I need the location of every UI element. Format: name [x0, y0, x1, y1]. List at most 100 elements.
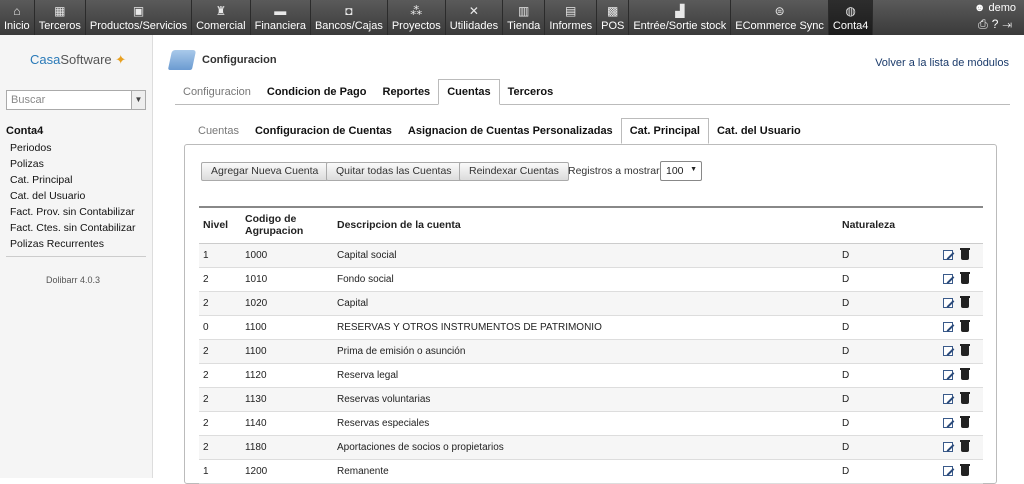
subtab-cat-principal[interactable]: Cat. Principal [620, 118, 709, 144]
accounts-table: Nivel Codigo de Agrupacion Descripcion d… [199, 206, 983, 484]
top-menu-bancos-cajas[interactable]: ◘ Bancos/Cajas [311, 0, 388, 35]
edit-icon[interactable] [943, 465, 953, 476]
tab-configuracion[interactable]: Configuracion [175, 80, 259, 104]
trash-icon[interactable] [960, 247, 970, 260]
user-name[interactable]: demo [988, 2, 1016, 14]
sidebar-item-polizas-recurrentes[interactable]: Polizas Recurrentes [6, 236, 146, 252]
remove-all-accounts-button[interactable]: Quitar todas las Cuentas [326, 162, 462, 181]
top-menu-financiera[interactable]: ▬ Financiera [251, 0, 311, 35]
version-label: Dolibarr 4.0.3 [46, 275, 101, 285]
forklift-icon: ▟ [675, 4, 685, 18]
table-row: 2 1020 Capital D [199, 291, 983, 316]
top-menu-ecommerce-sync[interactable]: ⊜ ECommerce Sync [731, 0, 829, 35]
boxes-icon: ▣ [132, 4, 145, 18]
sidebar-item-fact-prov-sin-contabilizar[interactable]: Fact. Prov. sin Contabilizar [6, 204, 146, 220]
money-icon: ▬ [274, 4, 287, 18]
tools-icon: ✕ [468, 4, 479, 18]
cell-codigo: 1130 [241, 387, 333, 412]
top-menu-tienda[interactable]: ▥ Tienda [503, 0, 546, 35]
edit-icon[interactable] [943, 321, 953, 332]
print-icon[interactable]: ⎙ [978, 17, 992, 31]
trash-icon[interactable] [960, 367, 970, 380]
sidebar-menu-title[interactable]: Conta4 [6, 125, 146, 137]
top-menu-entr-e-sortie-stock[interactable]: ▟ Entrée/Sortie stock [629, 0, 732, 35]
project-icon: ⁂ [410, 4, 423, 18]
trash-icon[interactable] [960, 319, 970, 332]
edit-icon[interactable] [943, 273, 953, 284]
top-menu-inicio[interactable]: ⌂ Inicio [0, 0, 35, 35]
row-actions [928, 459, 983, 484]
briefcase-icon: ♜ [215, 4, 227, 18]
sidebar-item-fact-ctes-sin-contabilizar[interactable]: Fact. Ctes. sin Contabilizar [6, 220, 146, 236]
add-account-button[interactable]: Agregar Nueva Cuenta [201, 162, 329, 181]
cell-nat: D [838, 411, 928, 436]
sidebar-item-cat-del-usuario[interactable]: Cat. del Usuario [6, 188, 146, 204]
trash-icon[interactable] [960, 439, 970, 452]
cell-desc: Remanente [333, 459, 838, 484]
col-nivel[interactable]: Nivel [199, 207, 241, 243]
cell-codigo: 1140 [241, 411, 333, 436]
search-select[interactable]: Buscar ▼ [6, 90, 146, 110]
tab-reportes[interactable]: Reportes [375, 80, 439, 104]
edit-icon[interactable] [943, 249, 953, 260]
edit-icon[interactable] [943, 393, 953, 404]
trash-icon[interactable] [960, 391, 970, 404]
col-naturaleza[interactable]: Naturaleza [838, 207, 928, 243]
sidebar-item-periodos[interactable]: Periodos [6, 140, 146, 156]
top-menu-informes[interactable]: ▤ Informes [545, 0, 598, 35]
top-menu-label: Financiera [254, 20, 306, 32]
trash-icon[interactable] [960, 295, 970, 308]
subtab-cat-del-usuario[interactable]: Cat. del Usuario [709, 119, 809, 143]
col-descripcion[interactable]: Descripcion de la cuenta [333, 207, 838, 243]
top-menu-conta4[interactable]: ◍ Conta4 [828, 0, 874, 35]
top-menu-label: Terceros [38, 20, 81, 32]
user-icon: ☻ [973, 2, 986, 14]
row-actions [928, 387, 983, 412]
top-menu-terceros[interactable]: ▦ Terceros [35, 0, 86, 35]
cell-codigo: 1120 [241, 363, 333, 388]
trash-icon[interactable] [960, 415, 970, 428]
help-icon[interactable]: ? [992, 17, 1003, 31]
row-actions [928, 291, 983, 316]
row-actions [928, 267, 983, 292]
chevron-down-icon[interactable]: ▼ [131, 91, 145, 109]
sidebar-item-cat-principal[interactable]: Cat. Principal [6, 172, 146, 188]
back-to-modules-link[interactable]: Volver a la lista de módulos [875, 57, 1009, 69]
subtab-asignacion-de-cuentas-personalizadas[interactable]: Asignacion de Cuentas Personalizadas [400, 119, 621, 143]
trash-icon[interactable] [960, 271, 970, 284]
tab-cuentas[interactable]: Cuentas [438, 79, 500, 105]
edit-icon[interactable] [943, 297, 953, 308]
edit-icon[interactable] [943, 345, 953, 356]
cell-nivel: 0 [199, 315, 241, 340]
top-menu-pos[interactable]: ▩ POS [597, 0, 630, 35]
subtab-cuentas[interactable]: Cuentas [190, 119, 247, 143]
table-row: 2 1100 Prima de emisión o asunción D [199, 339, 983, 364]
top-menu-productos-servicios[interactable]: ▣ Productos/Servicios [86, 0, 193, 35]
lightbulb-icon: ✦ [115, 52, 127, 67]
edit-icon[interactable] [943, 417, 953, 428]
top-menu-label: Entrée/Sortie stock [633, 20, 727, 32]
trash-icon[interactable] [960, 463, 970, 476]
logout-icon[interactable]: ⇥ [1002, 17, 1016, 31]
cell-nivel: 2 [199, 387, 241, 412]
reindex-accounts-button[interactable]: Reindexar Cuentas [459, 162, 569, 181]
trash-icon[interactable] [960, 343, 970, 356]
top-menu-comercial[interactable]: ♜ Comercial [192, 0, 251, 35]
store-icon: ▥ [518, 4, 530, 18]
edit-icon[interactable] [943, 369, 953, 380]
cell-codigo: 1200 [241, 459, 333, 484]
row-actions [928, 411, 983, 436]
edit-icon[interactable] [943, 441, 953, 452]
page-title: Configuracion [202, 54, 277, 66]
top-menu-label: Utilidades [449, 20, 499, 32]
records-per-page-select[interactable]: 100 ▼ [660, 161, 702, 181]
top-menu-label: Conta4 [832, 20, 869, 32]
top-menu-utilidades[interactable]: ✕ Utilidades [446, 0, 504, 35]
tab-condicion-de-pago[interactable]: Condicion de Pago [259, 80, 375, 104]
top-menu-proyectos[interactable]: ⁂ Proyectos [388, 0, 446, 35]
subtab-configuracion-de-cuentas[interactable]: Configuracion de Cuentas [247, 119, 400, 143]
sidebar-item-polizas[interactable]: Polizas [6, 156, 146, 172]
top-menu-label: Comercial [196, 20, 246, 32]
tab-terceros[interactable]: Terceros [500, 80, 562, 104]
col-codigo[interactable]: Codigo de Agrupacion [241, 207, 333, 243]
